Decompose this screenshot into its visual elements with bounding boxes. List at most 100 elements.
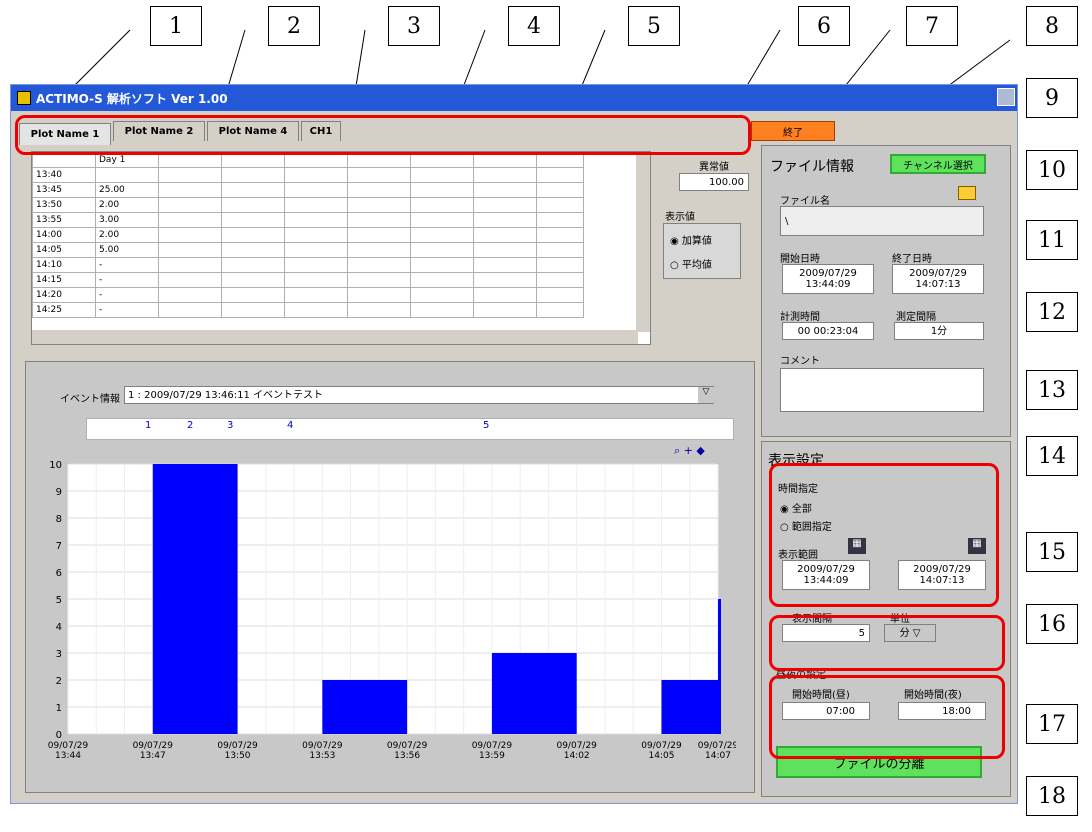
- event-info-select[interactable]: 1 : 2009/07/29 13:46:11 イベントテスト: [124, 386, 714, 404]
- table-cell-empty: [536, 167, 584, 183]
- folder-icon[interactable]: [958, 186, 976, 200]
- title-bar: ACTIMO-S 解析ソフト Ver 1.00: [11, 85, 1017, 111]
- table-cell-empty: [536, 287, 584, 303]
- y-tick-label: 9: [56, 487, 62, 498]
- table-cell-empty: [158, 302, 222, 318]
- app-window: ACTIMO-S 解析ソフト Ver 1.00 Plot Name 1 Plot…: [10, 84, 1018, 804]
- table-cell-empty: [158, 242, 222, 258]
- x-tick-label: 09/07/29 14:02: [556, 741, 597, 761]
- table-cell-empty: [221, 167, 285, 183]
- table-cell-empty: [347, 197, 411, 213]
- zoom-tools-icon[interactable]: ⌕ + ◆: [674, 444, 720, 458]
- table-cell-day1: [95, 167, 159, 183]
- table-cell-time: 13:50: [32, 197, 96, 213]
- radio-sum-option[interactable]: ◉ 加算値: [670, 232, 712, 247]
- table-cell-empty: [410, 302, 474, 318]
- table-cell-empty: [536, 197, 584, 213]
- table-cell-time: 14:10: [32, 257, 96, 273]
- table-cell-empty: [410, 272, 474, 288]
- comment-field[interactable]: [780, 368, 984, 412]
- start-datetime-field: 2009/07/29 13:44:09: [782, 264, 874, 294]
- callout-5: 5: [628, 6, 680, 46]
- table-cell-day1: -: [95, 287, 159, 303]
- callout-3: 3: [388, 6, 440, 46]
- table-cell-empty: [347, 227, 411, 243]
- table-cell-empty: [410, 167, 474, 183]
- y-tick-label: 1: [56, 703, 62, 714]
- table-cell-empty: [158, 167, 222, 183]
- table-cell-empty: [158, 212, 222, 228]
- event-marker[interactable]: 5: [483, 420, 489, 431]
- callout-15: 15: [1026, 532, 1078, 572]
- table-cell-empty: [473, 212, 537, 228]
- event-dropdown-chevron-icon[interactable]: ▽: [698, 387, 714, 403]
- table-cell-empty: [158, 287, 222, 303]
- y-tick-label: 2: [56, 676, 62, 687]
- table-cell-empty: [347, 212, 411, 228]
- table-cell-day1: -: [95, 257, 159, 273]
- table-cell-time: 14:25: [32, 302, 96, 318]
- table-cell-day1: 2.00: [95, 197, 159, 213]
- table-cell-empty: [347, 302, 411, 318]
- y-tick-label: 0: [56, 730, 62, 741]
- event-info-value: 1 : 2009/07/29 13:46:11 イベントテスト: [128, 389, 323, 401]
- table-cell-empty: [473, 167, 537, 183]
- y-tick-label: 4: [56, 622, 62, 633]
- callout-16: 16: [1026, 604, 1078, 644]
- radio-average-option[interactable]: ○ 平均値: [670, 256, 712, 271]
- event-marker[interactable]: 1: [145, 420, 151, 431]
- table-cell-empty: [410, 287, 474, 303]
- table-cell-time: 13:55: [32, 212, 96, 228]
- table-cell-empty: [473, 272, 537, 288]
- radio-sum-label: 加算値: [681, 236, 712, 247]
- duration-field: 00 00:23:04: [782, 322, 874, 340]
- event-marker[interactable]: 3: [227, 420, 233, 431]
- table-cell-empty: [473, 242, 537, 258]
- table-row: 13:45 25.00: [32, 182, 584, 198]
- callout-6: 6: [798, 6, 850, 46]
- tab-highlight-frame: [15, 115, 751, 155]
- exit-button[interactable]: 終了: [751, 121, 835, 141]
- table-cell-empty: [410, 212, 474, 228]
- table-cell-empty: [284, 182, 348, 198]
- data-table[interactable]: Day 1 13:40 13:45 25.00 13:50 2.00 13:55 3.00 1…: [31, 151, 651, 345]
- table-row: 13:40: [32, 167, 584, 183]
- x-tick-label: 09/07/29 13:44: [48, 741, 89, 761]
- event-marker[interactable]: 4: [287, 420, 293, 431]
- table-cell-time: 13:40: [32, 167, 96, 183]
- event-info-label: イベント情報: [60, 394, 120, 405]
- table-cell-empty: [158, 272, 222, 288]
- table-cell-empty: [347, 272, 411, 288]
- bar: [322, 680, 408, 734]
- interval-label: 測定間隔: [896, 312, 936, 323]
- table-row: 14:15-: [32, 272, 584, 288]
- table-cell-empty: [410, 257, 474, 273]
- event-marker[interactable]: 2: [187, 420, 193, 431]
- window-close-button[interactable]: [997, 88, 1015, 106]
- table-cell-time: 14:20: [32, 287, 96, 303]
- table-cell-empty: [284, 167, 348, 183]
- table-cell-empty: [410, 197, 474, 213]
- event-marker-strip: 1 2 3 4 5: [86, 418, 734, 440]
- duration-label: 計測時間: [780, 312, 820, 323]
- table-cell-empty: [158, 257, 222, 273]
- filename-field[interactable]: \: [780, 206, 984, 236]
- callout-8: 8: [1026, 6, 1078, 46]
- bar: [718, 599, 721, 734]
- abnormal-value-input[interactable]: 100.00: [679, 173, 749, 191]
- table-horizontal-scrollbar[interactable]: [32, 330, 638, 344]
- table-cell-empty: [473, 227, 537, 243]
- channel-select-button[interactable]: チャンネル選択: [890, 154, 986, 174]
- y-tick-label: 6: [56, 568, 62, 579]
- x-tick-label: 09/07/29 13:53: [302, 741, 343, 761]
- table-vertical-scrollbar[interactable]: [636, 152, 650, 332]
- callout-7: 7: [906, 6, 958, 46]
- callout-17: 17: [1026, 704, 1078, 744]
- x-tick-label: 09/07/29 14:07: [698, 741, 736, 761]
- table-cell-day1: 5.00: [95, 242, 159, 258]
- y-tick-label: 7: [56, 541, 62, 552]
- chart-panel: イベント情報 1 : 2009/07/29 13:46:11 イベントテスト ▽…: [25, 361, 755, 793]
- end-datetime-field: 2009/07/29 14:07:13: [892, 264, 984, 294]
- table-row: 14:25-: [32, 302, 584, 318]
- bar: [152, 464, 238, 734]
